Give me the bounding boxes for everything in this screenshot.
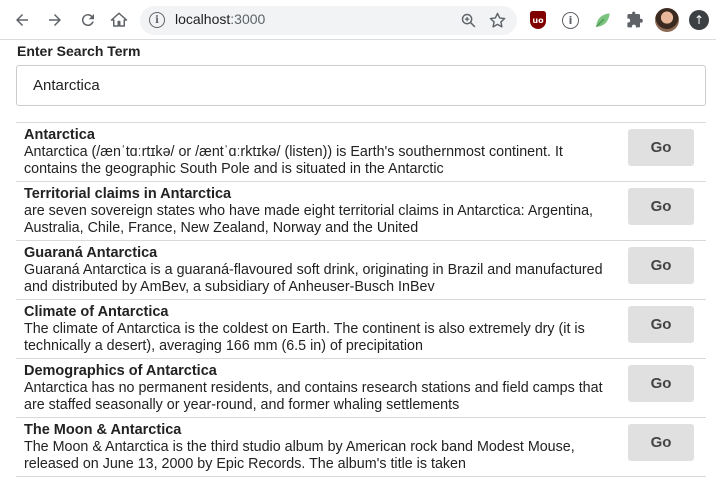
browser-toolbar: i localhost:3000 uo i ↑ (0, 0, 716, 40)
results-list: Antarctica Antarctica (/ænˈtɑːrtɪkə/ or … (16, 122, 706, 477)
list-item: Guaraná Antarctica Guaraná Antarctica is… (16, 241, 706, 300)
go-button[interactable]: Go (628, 365, 694, 402)
info-extension-icon[interactable]: i (562, 12, 579, 29)
url-text[interactable]: localhost:3000 (175, 11, 265, 27)
reload-icon[interactable] (76, 8, 100, 32)
result-snippet: The climate of Antarctica is the coldest… (24, 321, 585, 354)
go-button[interactable]: Go (628, 306, 694, 343)
result-title: Demographics of Antarctica (24, 363, 217, 379)
go-button[interactable]: Go (628, 188, 694, 225)
result-title: Territorial claims in Antarctica (24, 186, 232, 202)
profile-avatar[interactable] (655, 8, 679, 32)
list-item: The Moon & Antarctica The Moon & Antarct… (16, 418, 706, 477)
back-icon[interactable] (10, 8, 34, 32)
list-item: Demographics of Antarctica Antarctica ha… (16, 359, 706, 418)
list-item: Antarctica Antarctica (/ænˈtɑːrtɪkə/ or … (16, 123, 706, 182)
zoom-icon[interactable] (460, 12, 477, 33)
go-button[interactable]: Go (628, 247, 694, 284)
leaf-extension-icon[interactable] (593, 10, 613, 30)
result-title: Climate of Antarctica (24, 304, 169, 320)
search-box[interactable] (16, 65, 706, 106)
result-snippet: Antarctica (/ænˈtɑːrtɪkə/ or /æntˈɑːrktɪ… (24, 144, 563, 177)
update-arrow-icon[interactable]: ↑ (689, 10, 709, 30)
search-label: Enter Search Term (17, 43, 141, 59)
address-bar[interactable]: i localhost:3000 (140, 6, 517, 35)
forward-icon[interactable] (43, 8, 67, 32)
list-item: Climate of Antarctica The climate of Ant… (16, 300, 706, 359)
result-title: Guaraná Antarctica (24, 245, 158, 261)
result-snippet: The Moon & Antarctica is the third studi… (24, 439, 575, 472)
bookmark-star-icon[interactable] (488, 11, 507, 34)
site-info-icon[interactable]: i (149, 12, 165, 28)
result-title: Antarctica (24, 127, 95, 143)
search-input[interactable] (17, 66, 705, 105)
go-button[interactable]: Go (628, 129, 694, 166)
list-item: Territorial claims in Antarctica are sev… (16, 182, 706, 241)
extensions-puzzle-icon[interactable] (625, 10, 645, 30)
result-title: The Moon & Antarctica (24, 422, 182, 438)
go-button[interactable]: Go (628, 424, 694, 461)
result-snippet: Antarctica has no permanent residents, a… (24, 380, 603, 413)
result-snippet: are seven sovereign states who have made… (24, 203, 593, 236)
result-snippet: Guaraná Antarctica is a guaraná-flavoure… (24, 262, 603, 295)
home-icon[interactable] (107, 8, 131, 32)
ublock-extension-icon[interactable]: uo (530, 11, 546, 29)
page-content: Enter Search Term Antarctica Antarctica … (0, 41, 716, 479)
